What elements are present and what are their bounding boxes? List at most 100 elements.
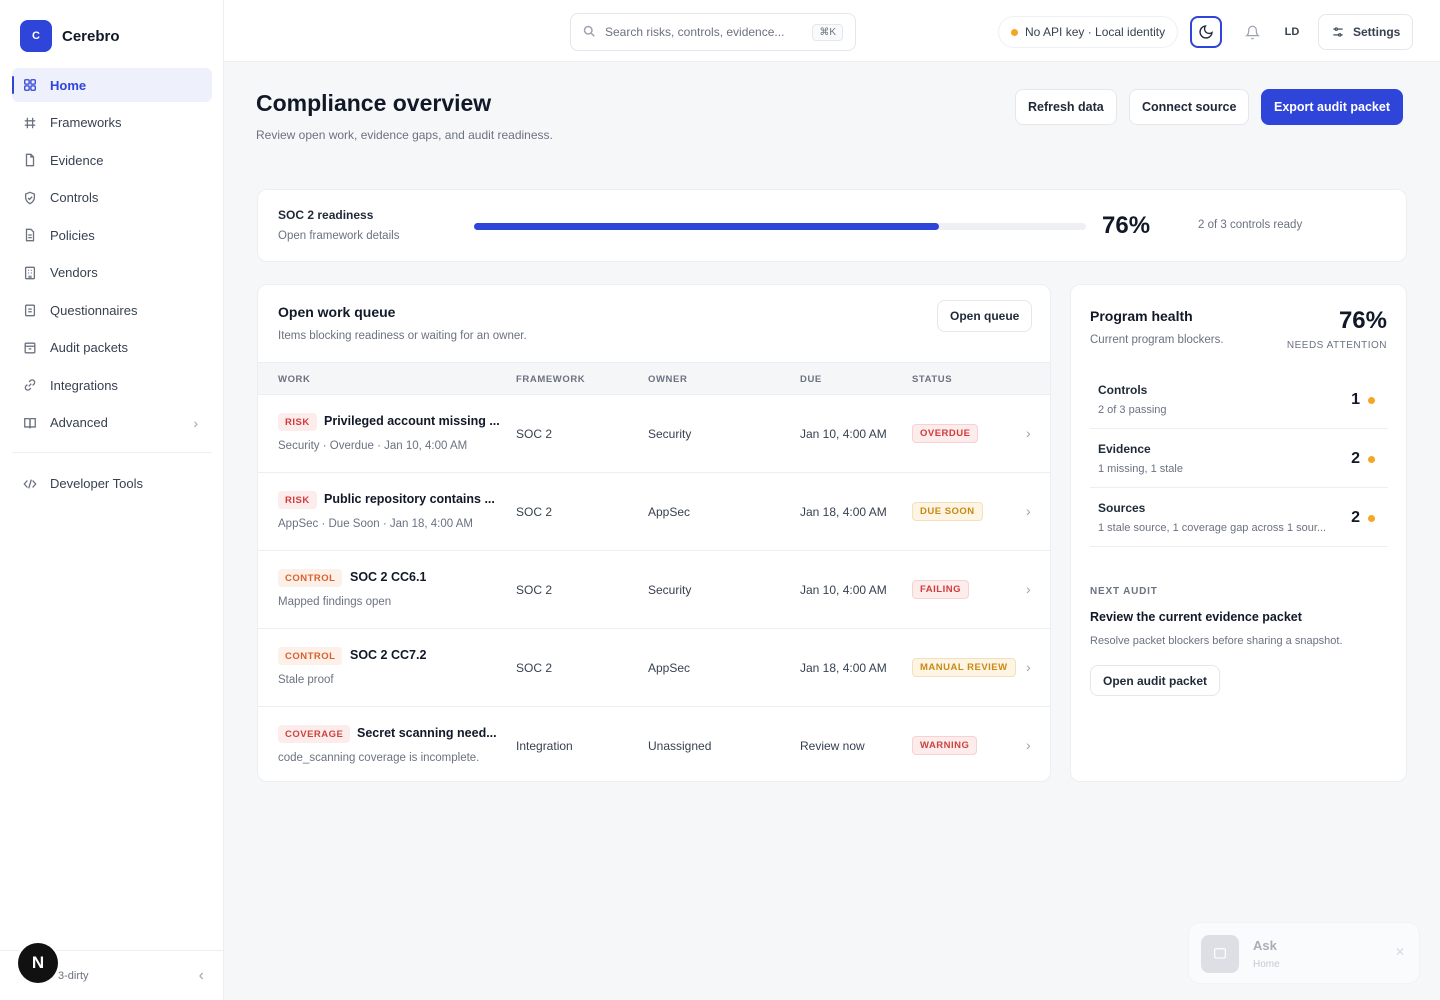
user-avatar[interactable]: LD (1276, 16, 1308, 48)
ask-title: Ask (1253, 938, 1277, 953)
warning-dot (1368, 397, 1375, 404)
sliders-icon (1333, 27, 1343, 37)
sidebar-item-label: Developer Tools (50, 476, 143, 491)
health-item-sources[interactable]: Sources 1 stale source, 1 coverage gap a… (1090, 488, 1388, 547)
brand-name: Cerebro (62, 27, 120, 45)
item-owner: Security (648, 583, 692, 597)
sidebar-item-label: Frameworks (50, 115, 122, 130)
connect-source-button[interactable]: Connect source (1129, 89, 1250, 125)
item-name: Public repository contains ... (324, 492, 495, 506)
settings-button[interactable]: Settings (1318, 14, 1414, 50)
shield-icon (22, 190, 38, 206)
column-work[interactable]: WORK (278, 374, 310, 385)
table-row[interactable]: CONTROL SOC 2 CC6.1 Mapped findings open… (258, 551, 1050, 629)
table-row[interactable]: COVERAGE Secret scanning need... code_sc… (258, 707, 1050, 781)
health-item-evidence[interactable]: Evidence 1 missing, 1 stale 2 (1090, 429, 1388, 488)
health-item-count: 1 (1351, 391, 1360, 408)
item-name: SOC 2 CC6.1 (350, 570, 427, 584)
column-owner[interactable]: OWNER (648, 374, 687, 385)
work-queue-title: Open work queue (278, 304, 396, 320)
sidebar-item-label: Vendors (50, 265, 98, 280)
item-name: Secret scanning need... (357, 726, 497, 740)
sidebar-item-advanced[interactable]: Advanced › (12, 406, 212, 440)
status-badge: MANUAL REVIEW (912, 658, 1016, 677)
sidebar-item-label: Audit packets (50, 340, 129, 355)
theme-toggle-button[interactable] (1190, 16, 1222, 48)
table-row[interactable]: RISK Public repository contains ... AppS… (258, 473, 1050, 551)
item-meta: Security · Overdue · Jan 10, 4:00 AM (278, 440, 468, 452)
work-queue-card: Open work queue Items blocking readiness… (257, 284, 1051, 782)
file-icon (22, 152, 38, 168)
table-row[interactable]: CONTROL SOC 2 CC7.2 Stale proof SOC 2 Ap… (258, 629, 1050, 707)
readiness-label: SOC 2 readiness (278, 208, 374, 222)
refresh-data-button[interactable]: Refresh data (1015, 89, 1117, 125)
item-framework: SOC 2 (516, 661, 553, 675)
item-owner: Security (648, 427, 692, 441)
item-framework: Integration (516, 739, 573, 753)
framework-details-link[interactable]: Open framework details (278, 230, 399, 242)
brand[interactable]: C Cerebro (20, 20, 120, 52)
topbar: Search risks, controls, evidence... ⌘K N… (224, 0, 1440, 62)
sidebar-item-vendors[interactable]: Vendors (12, 256, 212, 290)
next-audit-label: NEXT AUDIT (1090, 586, 1158, 597)
readiness-progress-fill (474, 223, 940, 230)
sidebar-item-developer-tools[interactable]: Developer Tools (12, 467, 212, 501)
collapse-sidebar-icon[interactable]: ‹ (199, 967, 204, 985)
item-name: Privileged account missing ... (324, 414, 500, 428)
column-status[interactable]: STATUS (912, 374, 952, 385)
readiness-progress-bar (474, 223, 1086, 230)
item-owner: AppSec (648, 661, 691, 675)
sidebar-item-home[interactable]: Home (12, 68, 212, 102)
column-due[interactable]: DUE (800, 374, 822, 385)
health-item-count: 2 (1351, 450, 1360, 467)
building-icon (22, 265, 38, 281)
close-icon[interactable]: ✕ (1395, 945, 1405, 959)
search-input[interactable]: Search risks, controls, evidence... ⌘K (570, 13, 856, 51)
sidebar-nav: Home Frameworks Evidence Controls Polici… (12, 68, 212, 504)
open-queue-button[interactable]: Open queue (937, 300, 1033, 332)
item-due: Jan 18, 4:00 AM (800, 505, 887, 519)
item-meta: Stale proof (278, 674, 334, 686)
sidebar-item-label: Advanced (50, 415, 108, 430)
item-type-tag: CONTROL (278, 569, 343, 587)
work-queue-subtitle: Items blocking readiness or waiting for … (278, 330, 527, 342)
table-row[interactable]: RISK Privileged account missing ... Secu… (258, 395, 1050, 473)
column-framework[interactable]: FRAMEWORK (516, 374, 585, 385)
sidebar-item-frameworks[interactable]: Frameworks (12, 106, 212, 140)
sidebar-item-label: Integrations (50, 377, 118, 393)
grid-icon (22, 77, 38, 93)
chat-icon (1201, 935, 1239, 973)
sidebar-item-evidence[interactable]: Evidence (12, 143, 212, 177)
page-title: Compliance overview (256, 90, 492, 116)
notifications-button[interactable] (1236, 16, 1268, 48)
search-placeholder: Search risks, controls, evidence... (605, 25, 785, 39)
ask-widget[interactable]: Ask Home ✕ (1188, 922, 1420, 984)
health-item-count: 2 (1351, 509, 1360, 526)
status-badge: DUE SOON (912, 502, 983, 521)
dev-indicator-avatar[interactable]: N (18, 943, 58, 983)
sidebar-item-policies[interactable]: Policies (12, 218, 212, 252)
open-audit-packet-button[interactable]: Open audit packet (1090, 665, 1221, 696)
item-meta: code_scanning coverage is incomplete. (278, 752, 480, 764)
document-icon (22, 227, 38, 243)
sidebar-item-audit-packets[interactable]: Audit packets (12, 331, 212, 365)
sidebar-divider (12, 451, 212, 453)
health-item-controls[interactable]: Controls 2 of 3 passing 1 (1090, 370, 1388, 429)
sidebar-item-questionnaires[interactable]: Questionnaires (12, 293, 212, 327)
search-icon (583, 25, 595, 40)
health-item-desc: 1 missing, 1 stale (1098, 463, 1183, 475)
health-blocker-list: Controls 2 of 3 passing 1 Evidence 1 mis… (1090, 370, 1388, 547)
export-audit-packet-button[interactable]: Export audit packet (1261, 89, 1403, 125)
item-meta: Mapped findings open (278, 596, 392, 608)
code-icon (22, 476, 38, 492)
settings-label: Settings (1353, 25, 1401, 39)
work-queue-rows: RISK Privileged account missing ... Secu… (258, 395, 1050, 781)
item-type-tag: CONTROL (278, 647, 343, 665)
readiness-card: SOC 2 readiness Open framework details 7… (257, 189, 1407, 262)
warning-dot (1368, 456, 1375, 463)
chevron-right-icon: › (1026, 659, 1031, 675)
connection-status[interactable]: No API key · Local identity (998, 16, 1179, 48)
sidebar-item-controls[interactable]: Controls (12, 181, 212, 215)
item-name: SOC 2 CC7.2 (350, 648, 427, 662)
sidebar-item-integrations[interactable]: Integrations (12, 368, 212, 402)
